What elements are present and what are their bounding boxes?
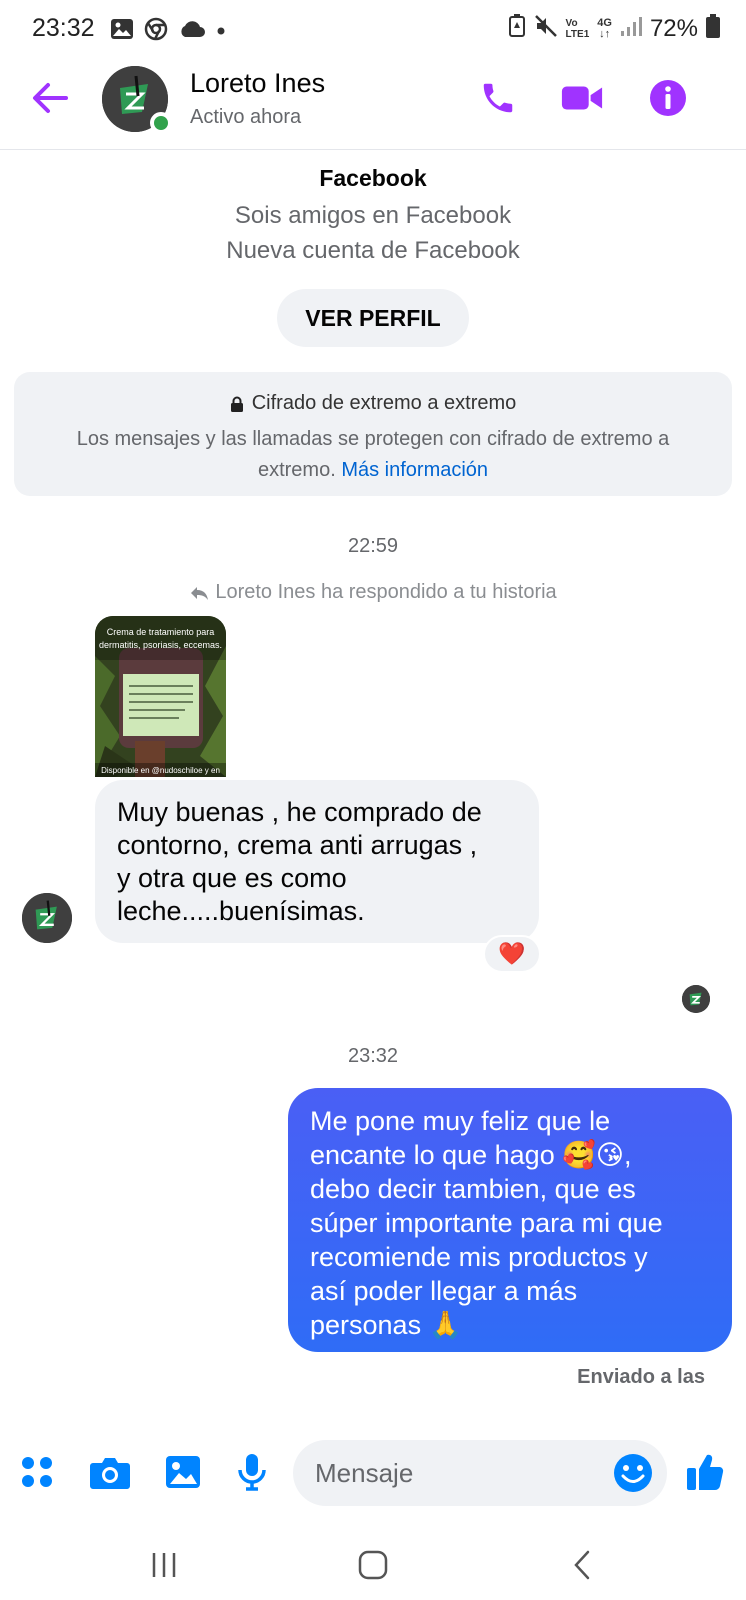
contact-avatar[interactable]	[102, 66, 172, 134]
more-actions-button[interactable]	[15, 1450, 59, 1494]
heart-reaction-icon: ❤️	[498, 941, 526, 966]
status-bar: 23:32 Vo LTE1 4G ↓↑ 72%	[0, 0, 746, 58]
battery-icon	[706, 14, 720, 43]
system-back-button[interactable]	[552, 1540, 612, 1590]
view-profile-button[interactable]: VER PERFIL	[277, 289, 469, 347]
contact-name[interactable]: Loreto Ines	[190, 68, 325, 99]
lock-icon	[230, 396, 243, 412]
story-thumbnail[interactable]: Crema de tratamiento para dermatitis, ps…	[95, 616, 226, 777]
status-time: 23:32	[32, 14, 95, 42]
grid-menu-icon	[22, 1457, 52, 1487]
reply-arrow-icon	[191, 586, 209, 600]
message-input-container	[293, 1440, 667, 1506]
image-icon	[166, 1456, 200, 1488]
online-status-dot	[150, 112, 172, 134]
camera-icon	[90, 1458, 130, 1489]
outgoing-message-text: Me pone muy feliz que le encante lo que …	[310, 1106, 663, 1340]
emoji-button[interactable]	[611, 1451, 655, 1495]
incoming-message-bubble[interactable]: Muy buenas , he comprado de contorno, cr…	[95, 780, 539, 943]
intro-account-line: Nueva cuenta de Facebook	[226, 237, 520, 264]
mute-icon	[534, 14, 558, 43]
gallery-notification-icon	[110, 18, 134, 45]
camera-button[interactable]	[88, 1450, 132, 1494]
incoming-message-text: Muy buenas , he comprado de contorno, cr…	[117, 797, 482, 926]
intro-platform-title: Facebook	[319, 165, 427, 191]
contact-status: Activo ahora	[190, 106, 302, 128]
back-button[interactable]	[28, 76, 72, 120]
read-receipt-avatar	[682, 985, 710, 1013]
home-button[interactable]	[343, 1540, 403, 1590]
more-info-link[interactable]: Más información	[341, 459, 488, 481]
voice-call-button[interactable]	[476, 76, 520, 120]
more-notifications-dot	[216, 23, 226, 41]
encryption-title: Cifrado de extremo a extremo	[251, 392, 517, 414]
gallery-button[interactable]	[161, 1450, 205, 1494]
back-arrow-icon	[33, 83, 68, 113]
encryption-notice: Cifrado de extremo a extremo Los mensaje…	[14, 372, 732, 496]
phone-icon	[483, 83, 513, 113]
volte-icon: Vo LTE1	[565, 17, 590, 40]
message-input[interactable]	[315, 1452, 595, 1494]
intro-friends-line: Sois amigos en Facebook	[234, 202, 512, 229]
message-composer	[0, 1438, 746, 1508]
timestamp-first: 22:59	[347, 535, 399, 557]
emoji-icon	[614, 1454, 652, 1492]
video-camera-icon	[561, 86, 603, 110]
message-reaction[interactable]: ❤️	[483, 935, 541, 973]
like-button[interactable]	[683, 1450, 727, 1494]
signal-icon	[620, 15, 642, 42]
info-icon	[650, 80, 686, 116]
chrome-notification-icon	[144, 17, 168, 46]
home-icon	[358, 1550, 388, 1580]
conversation-info-button[interactable]	[646, 76, 690, 120]
cloud-notification-icon	[178, 19, 206, 44]
voice-message-button[interactable]	[230, 1450, 274, 1494]
system-navigation-bar	[0, 1530, 746, 1600]
story-caption-top: Crema de tratamiento para dermatitis, ps…	[98, 627, 223, 650]
network-type-icon: 4G ↓↑	[597, 16, 612, 40]
battery-percent: 72%	[649, 14, 698, 42]
chevron-left-icon	[574, 1550, 590, 1580]
timestamp-second: 23:32	[347, 1045, 399, 1067]
sent-status-label: Enviado a las	[577, 1366, 705, 1388]
story-caption-bottom: Disponible en @nudoschiloe y en	[101, 766, 220, 775]
recent-apps-icon	[152, 1553, 176, 1577]
thumbs-up-icon	[687, 1454, 724, 1491]
sender-avatar[interactable]	[22, 893, 72, 943]
video-call-button[interactable]	[560, 76, 604, 120]
outgoing-message-bubble[interactable]: Me pone muy feliz que le encante lo que …	[288, 1088, 732, 1352]
recent-apps-button[interactable]	[134, 1540, 194, 1590]
battery-saver-icon	[508, 14, 526, 43]
story-reply-note: Loreto Ines ha respondido a tu historia	[0, 581, 746, 604]
conversation-header: Loreto Ines Activo ahora	[0, 58, 746, 150]
microphone-icon	[238, 1454, 266, 1491]
